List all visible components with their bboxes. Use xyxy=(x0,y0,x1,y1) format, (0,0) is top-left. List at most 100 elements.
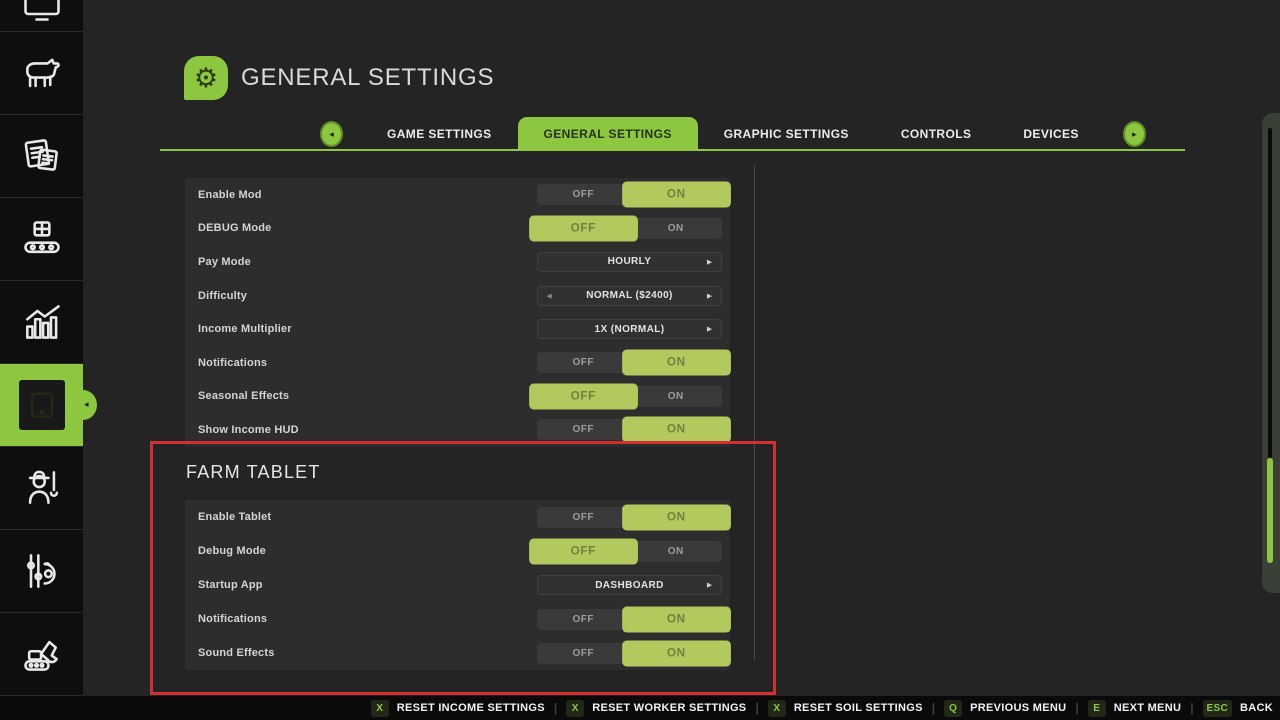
farm-tablet-icon xyxy=(25,388,59,422)
sidebar-item-monitor[interactable] xyxy=(0,0,83,32)
setting-label: Startup App xyxy=(198,579,263,591)
setting-row: DEBUG Mode OFF ON xyxy=(185,212,730,246)
setting-row: Startup App ◂ DASHBOARD ▸ xyxy=(185,568,730,602)
toggle-off-button[interactable]: OFF xyxy=(537,352,630,373)
toggle-switch: OFF ON xyxy=(537,352,722,373)
active-item-frame xyxy=(19,380,65,430)
separator: | xyxy=(932,701,935,715)
tabs-prev-button[interactable]: ◂ xyxy=(320,121,343,147)
toggle-off-button[interactable]: OFF xyxy=(529,538,637,564)
production-icon xyxy=(20,217,64,261)
mod-settings-icon xyxy=(20,549,64,593)
toggle-off-button[interactable]: OFF xyxy=(537,184,630,205)
scrollbar-thumb[interactable] xyxy=(1267,458,1273,563)
toggle-off-button[interactable]: OFF xyxy=(537,643,630,664)
sidebar-item-construction[interactable] xyxy=(0,613,83,696)
key-badge: E xyxy=(1088,700,1106,717)
monitor-icon xyxy=(20,0,64,25)
key-badge: ESC xyxy=(1203,700,1232,717)
setting-label: Sound Effects xyxy=(198,647,275,659)
toggle-on-button[interactable]: ON xyxy=(622,606,730,632)
dropdown-select[interactable]: ◂ DASHBOARD ▸ xyxy=(537,575,722,595)
chevron-right-icon[interactable]: ▸ xyxy=(707,290,712,301)
separator: | xyxy=(1075,701,1078,715)
screen-scrollbar xyxy=(1262,113,1280,593)
page-title: GENERAL SETTINGS xyxy=(241,64,494,92)
setting-label: Show Income HUD xyxy=(198,424,299,436)
setting-row: Enable Tablet OFF ON xyxy=(185,500,730,534)
setting-label: Notifications xyxy=(198,357,267,369)
sidebar: ◂ xyxy=(0,0,83,696)
toggle-off-button[interactable]: OFF xyxy=(537,507,630,528)
tab-controls[interactable]: CONTROLS xyxy=(875,117,998,151)
dropdown-select[interactable]: ◂ NORMAL ($2400) ▸ xyxy=(537,286,722,306)
tab-graphic-settings[interactable]: GRAPHIC SETTINGS xyxy=(698,117,875,151)
contracts-icon xyxy=(20,134,64,178)
setting-row: Income Multiplier ◂ 1X (NORMAL) ▸ xyxy=(185,312,730,346)
toggle-on-button[interactable]: ON xyxy=(622,640,730,666)
shortcut-previous-menu[interactable]: QPREVIOUS MENU xyxy=(944,700,1066,717)
chevron-right-icon[interactable]: ▸ xyxy=(707,323,712,334)
toggle-on-button[interactable]: ON xyxy=(630,218,723,239)
setting-row: Debug Mode OFF ON xyxy=(185,534,730,568)
sidebar-item-production[interactable] xyxy=(0,198,83,281)
chevron-left-icon: ◂ xyxy=(84,399,89,410)
general-settings-header-icon: ⚙ xyxy=(184,56,228,100)
dropdown-select[interactable]: ◂ HOURLY ▸ xyxy=(537,252,722,272)
bottom-shortcut-bar: XRESET INCOME SETTINGS | XRESET WORKER SET… xyxy=(0,696,1280,720)
toggle-on-button[interactable]: ON xyxy=(630,386,723,407)
setting-label: Pay Mode xyxy=(198,256,251,268)
tab-game-settings[interactable]: GAME SETTINGS xyxy=(361,117,518,151)
dropdown-value: 1X (NORMAL) xyxy=(595,324,665,335)
setting-label: Notifications xyxy=(198,613,267,625)
setting-label: Enable Mod xyxy=(198,189,262,201)
sidebar-item-mod-settings[interactable] xyxy=(0,530,83,613)
general-settings-rows: Enable Mod OFF ON DEBUG Mode OFF ON Pay … xyxy=(185,178,730,447)
toggle-switch: OFF ON xyxy=(537,609,722,630)
sidebar-item-workers[interactable] xyxy=(0,447,83,530)
workers-icon xyxy=(20,466,64,510)
tabs-next-button[interactable]: ▸ xyxy=(1123,121,1146,147)
shortcut-next-menu[interactable]: E NEXT MENU xyxy=(1088,700,1181,717)
tab-general-settings[interactable]: GENERAL SETTINGS xyxy=(518,117,698,151)
tab-devices[interactable]: DEVICES xyxy=(997,117,1104,151)
farm-tablet-rows: Enable Tablet OFF ON Debug Mode OFF ON S… xyxy=(185,500,730,670)
toggle-off-button[interactable]: OFF xyxy=(529,383,637,409)
separator: | xyxy=(1190,701,1193,715)
shortcut-reset-income-settings[interactable]: XRESET INCOME SETTINGS xyxy=(371,700,545,717)
shortcut-back[interactable]: ESCBACK xyxy=(1203,700,1273,717)
farm-tablet-section-title: FARM TABLET xyxy=(186,462,321,483)
toggle-on-button[interactable]: ON xyxy=(622,417,730,443)
toggle-on-button[interactable]: ON xyxy=(622,350,730,376)
dropdown-select[interactable]: ◂ 1X (NORMAL) ▸ xyxy=(537,319,722,339)
setting-label: Seasonal Effects xyxy=(198,390,289,402)
sidebar-item-contracts[interactable] xyxy=(0,115,83,198)
toggle-on-button[interactable]: ON xyxy=(622,504,730,530)
dropdown-value: DASHBOARD xyxy=(595,580,664,591)
toggle-off-button[interactable]: OFF xyxy=(529,215,637,241)
separator: | xyxy=(755,701,758,715)
toggle-switch: OFF ON xyxy=(537,419,722,440)
chevron-right-icon[interactable]: ▸ xyxy=(707,579,712,590)
dropdown-value: HOURLY xyxy=(608,256,652,267)
toggle-off-button[interactable]: OFF xyxy=(537,609,630,630)
toggle-off-button[interactable]: OFF xyxy=(537,419,630,440)
chevron-right-icon[interactable]: ▸ xyxy=(707,256,712,267)
toggle-switch: OFF ON xyxy=(537,643,722,664)
shortcut-label: NEXT MENU xyxy=(1114,702,1181,714)
toggle-on-button[interactable]: ON xyxy=(622,182,730,208)
key-badge: X xyxy=(566,700,584,717)
shortcut-reset-soil-settings[interactable]: XRESET SOIL SETTINGS xyxy=(768,700,923,717)
shortcut-label: PREVIOUS MENU xyxy=(970,702,1066,714)
setting-row: Notifications OFF ON xyxy=(185,346,730,380)
sidebar-item-farm-tablet[interactable]: ◂ xyxy=(0,364,83,447)
sidebar-item-statistics[interactable] xyxy=(0,281,83,364)
scrollbar-track xyxy=(1268,128,1272,458)
shortcut-reset-worker-settings[interactable]: XRESET WORKER SETTINGS xyxy=(566,700,746,717)
chevron-left-icon[interactable]: ◂ xyxy=(547,290,552,301)
panel-scrollbar[interactable] xyxy=(754,166,755,660)
setting-label: Enable Tablet xyxy=(198,511,271,523)
sidebar-item-animals[interactable] xyxy=(0,32,83,115)
toggle-on-button[interactable]: ON xyxy=(630,541,723,562)
setting-row: Show Income HUD OFF ON xyxy=(185,413,730,447)
